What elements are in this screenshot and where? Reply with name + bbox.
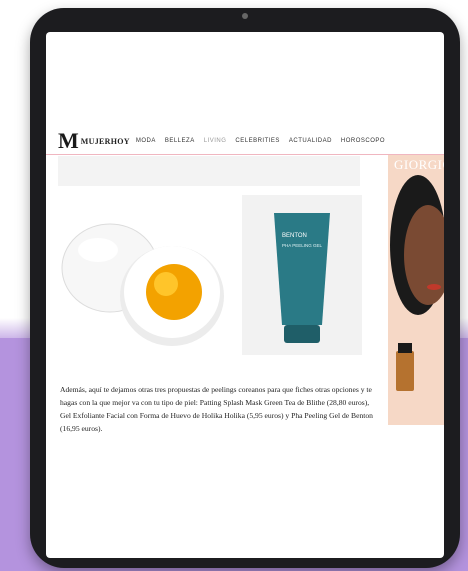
tablet-screen: M MUJERHOY MODA BELLEZA LIVING CELEBRITI… [46, 32, 444, 558]
egg-yolk-highlight [154, 272, 178, 296]
tube-product-image[interactable]: BENTON PHA PEELING GEL [242, 195, 362, 355]
whole-egg-highlight [78, 238, 118, 262]
image-placeholder [58, 156, 360, 186]
nav-item-living[interactable]: LIVING [204, 138, 227, 144]
logo-text[interactable]: MUJERHOY [81, 137, 130, 146]
model-lips [427, 284, 441, 290]
tube-illustration: BENTON PHA PEELING GEL [274, 213, 330, 343]
tube-brand-label: BENTON [282, 233, 307, 239]
advertisement-banner[interactable]: GIORGIO [388, 155, 444, 425]
tube-name-label: PHA PEELING GEL [282, 243, 323, 248]
tube-cap [284, 325, 320, 343]
product-bottle-cap [398, 343, 412, 353]
camera-icon [242, 13, 248, 19]
logo-mark[interactable]: M [58, 128, 79, 154]
nav-item-belleza[interactable]: BELLEZA [165, 138, 195, 144]
main-nav: MODA BELLEZA LIVING CELEBRITIES ACTUALID… [136, 138, 394, 144]
nav-item-horoscopo[interactable]: HOROSCOPO [341, 138, 385, 144]
nav-item-moda[interactable]: MODA [136, 138, 156, 144]
site-header: M MUJERHOY MODA BELLEZA LIVING CELEBRITI… [46, 128, 444, 154]
nav-item-celebrities[interactable]: CELEBRITIES [235, 138, 280, 144]
product-bottle [396, 351, 414, 391]
nav-item-actualidad[interactable]: ACTUALIDAD [289, 138, 332, 144]
tablet-frame: M MUJERHOY MODA BELLEZA LIVING CELEBRITI… [30, 8, 460, 568]
tube-body [274, 213, 330, 325]
ad-brand-text: GIORGIO [394, 157, 444, 172]
ad-model-illustration [390, 175, 444, 391]
article-paragraph: Además, aquí te dejamos otras tres propu… [60, 384, 373, 433]
egg-product-image[interactable] [60, 200, 232, 360]
nav-divider [46, 154, 444, 155]
